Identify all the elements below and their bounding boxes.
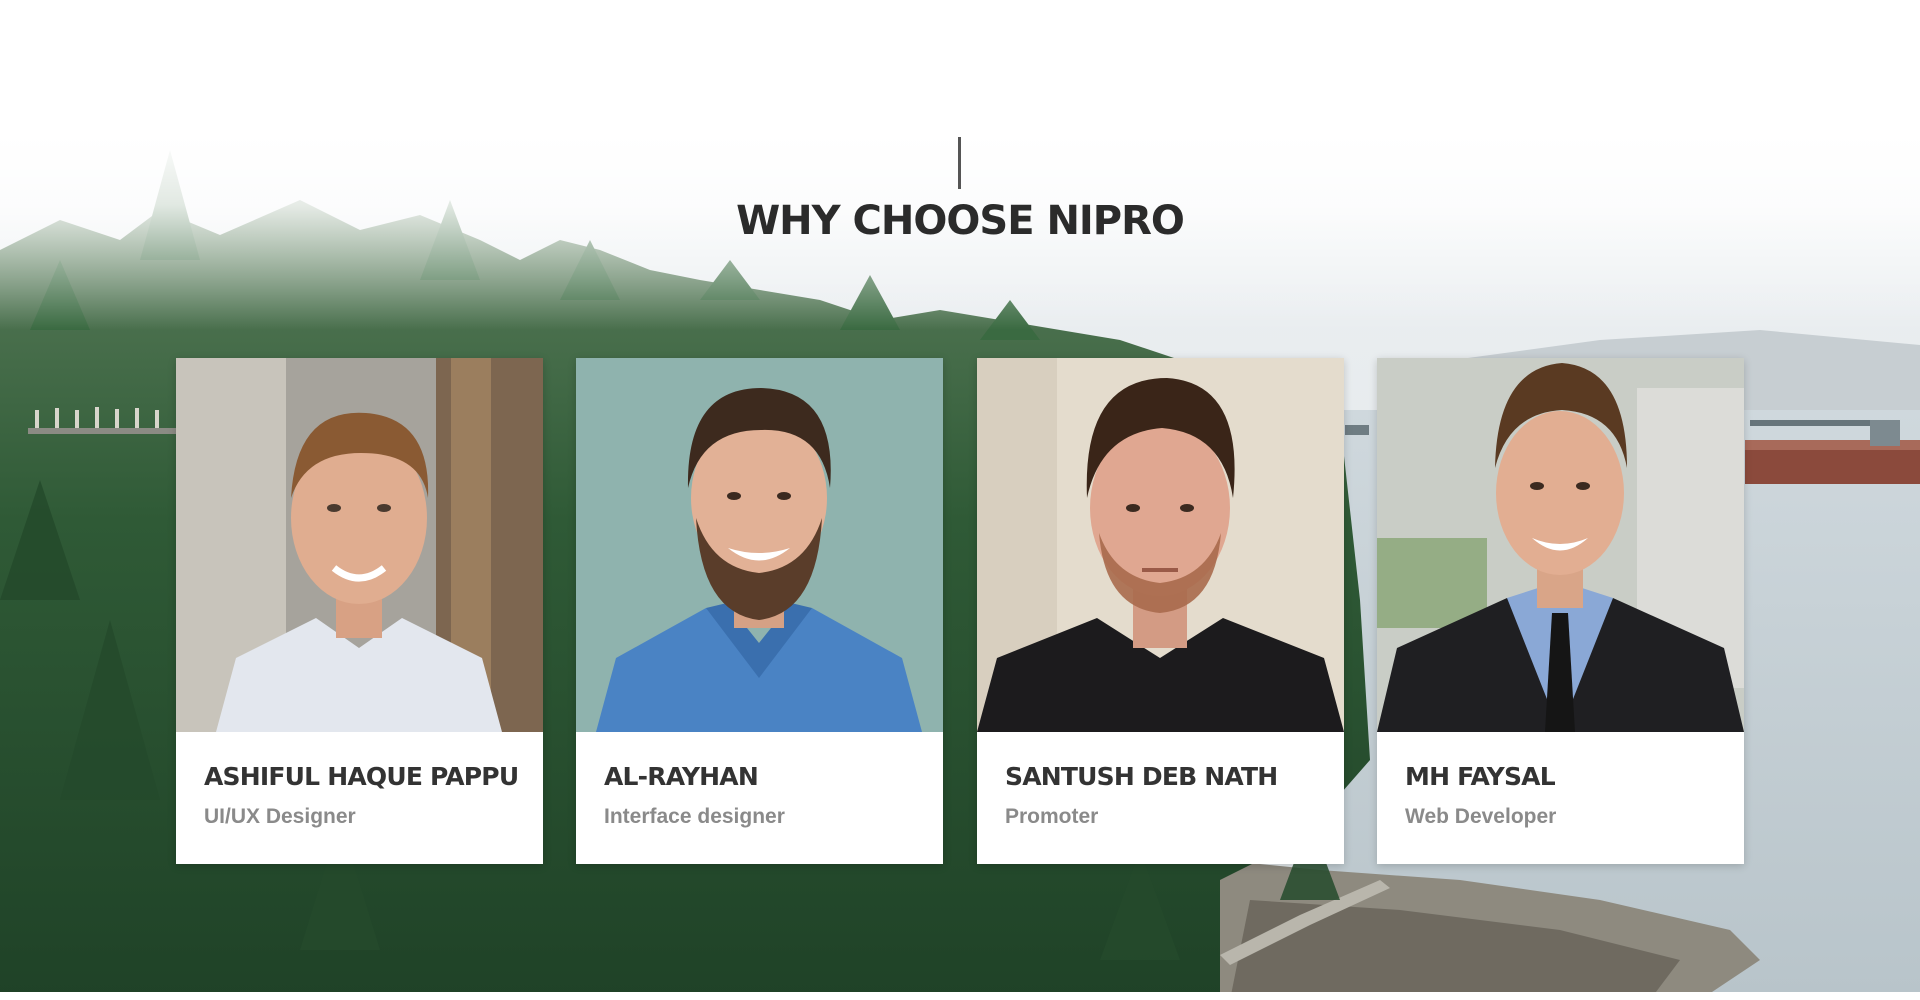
- team-card[interactable]: SANTUSH DEB NATH Promoter: [977, 358, 1344, 864]
- background-bottom-edge: [0, 992, 1920, 1000]
- member-photo: [176, 358, 543, 732]
- member-role: Interface designer: [604, 805, 785, 828]
- member-role: UI/UX Designer: [204, 805, 356, 828]
- team-card[interactable]: AL-RAYHAN Interface designer: [576, 358, 943, 864]
- member-photo: [576, 358, 943, 732]
- team-card-list: ASHIFUL HAQUE PAPPU UI/UX Designer AL-RA…: [176, 358, 1744, 864]
- member-role: Web Developer: [1405, 805, 1557, 828]
- member-name: MH FAYSAL: [1405, 762, 1556, 791]
- member-photo: [1377, 358, 1744, 732]
- team-card[interactable]: MH FAYSAL Web Developer: [1377, 358, 1744, 864]
- team-card[interactable]: ASHIFUL HAQUE PAPPU UI/UX Designer: [176, 358, 543, 864]
- page: WHY CHOOSE NIPRO ASHIFUL HAQUE PAPPU UI/…: [0, 0, 1920, 1000]
- member-role: Promoter: [1005, 805, 1099, 828]
- section-divider-line: [958, 137, 961, 189]
- section-title: WHY CHOOSE NIPRO: [736, 198, 1185, 244]
- member-name: SANTUSH DEB NATH: [1005, 762, 1278, 791]
- member-photo: [977, 358, 1344, 732]
- member-name: AL-RAYHAN: [604, 762, 759, 791]
- member-name: ASHIFUL HAQUE PAPPU: [204, 762, 519, 791]
